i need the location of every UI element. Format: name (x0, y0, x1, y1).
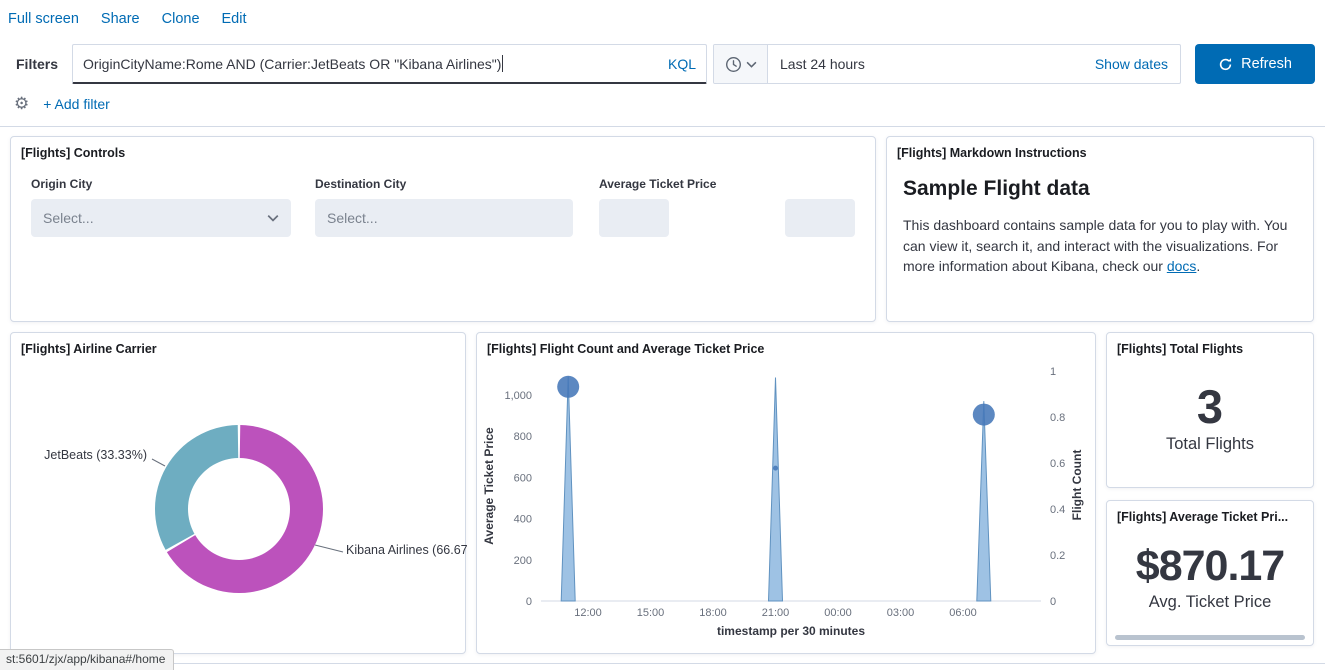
x-tick-label: 21:00 (762, 607, 790, 619)
viewport-bottom-edge (0, 663, 1325, 664)
kql-language-button[interactable]: KQL (656, 56, 696, 72)
destination-city-label: Destination City (315, 177, 573, 191)
query-bar: Filters OriginCityName:Rome AND (Carrier… (8, 44, 1315, 84)
y-right-tick-label: 0.6 (1050, 458, 1065, 470)
area-spike[interactable] (561, 377, 575, 602)
y-right-tick-label: 0.4 (1050, 504, 1065, 516)
y-left-tick-label: 600 (514, 472, 532, 484)
browser-status-url: st:5601/zjx/app/kibana#/home (0, 649, 174, 670)
x-tick-label: 06:00 (949, 607, 977, 619)
panel-title: [Flights] Average Ticket Pri... (1107, 501, 1313, 524)
y-left-tick-label: 1,000 (504, 390, 532, 402)
nav-edit[interactable]: Edit (222, 11, 247, 27)
pie-label-line (315, 545, 343, 552)
y-right-tick-label: 1 (1050, 366, 1056, 378)
panel-title: [Flights] Controls (11, 137, 875, 160)
origin-city-label: Origin City (31, 177, 291, 191)
pie-label-kibana-airlines: Kibana Airlines (66.67 (346, 543, 468, 557)
kibana-dashboard: Full screen Share Clone Edit Filters Ori… (0, 0, 1325, 672)
destination-city-control: Destination City Select... (315, 177, 573, 237)
text-cursor (502, 55, 503, 72)
nav-share[interactable]: Share (101, 11, 140, 27)
data-point-marker[interactable] (557, 376, 579, 398)
origin-city-select[interactable]: Select... (31, 199, 291, 237)
panel-total-flights: [Flights] Total Flights 3 Total Flights (1106, 332, 1314, 488)
markdown-text: This dashboard contains sample data for … (903, 217, 1287, 274)
panel-flights-controls: [Flights] Controls Origin City Select...… (10, 136, 876, 322)
docs-link[interactable]: docs (1167, 258, 1197, 274)
y-right-axis-title: Flight Count (1070, 450, 1084, 521)
markdown-text-end: . (1196, 258, 1200, 274)
total-flights-value: 3 (1197, 383, 1223, 430)
origin-city-placeholder: Select... (43, 210, 94, 226)
data-point-marker[interactable] (773, 466, 778, 471)
donut-chart (11, 333, 465, 653)
y-left-tick-label: 800 (514, 431, 532, 443)
area-spike[interactable] (977, 401, 991, 601)
nav-full-screen[interactable]: Full screen (8, 11, 79, 27)
time-picker-quick-menu-button[interactable] (714, 45, 768, 83)
area-spike[interactable] (769, 378, 783, 602)
show-dates-link[interactable]: Show dates (1095, 56, 1168, 72)
refresh-button[interactable]: Refresh (1195, 44, 1315, 84)
ticket-price-min-input[interactable] (599, 199, 669, 237)
data-point-marker[interactable] (973, 404, 995, 426)
metric-body: 3 Total Flights (1107, 359, 1313, 477)
x-tick-label: 18:00 (699, 607, 727, 619)
panel-markdown-instructions: [Flights] Markdown Instructions Sample F… (886, 136, 1314, 322)
pie-label-line (152, 459, 165, 466)
query-text: OriginCityName:Rome AND (Carrier:JetBeat… (83, 55, 503, 72)
x-tick-label: 15:00 (637, 607, 665, 619)
header-divider (0, 126, 1325, 127)
panel-avg-ticket-price: [Flights] Average Ticket Pri... $870.17 … (1106, 500, 1314, 646)
y-right-tick-label: 0.2 (1050, 550, 1065, 562)
y-right-tick-label: 0.8 (1050, 412, 1065, 424)
y-left-axis-title: Average Ticket Price (482, 427, 496, 545)
panel-title: [Flights] Total Flights (1107, 333, 1313, 356)
add-filter-link[interactable]: + Add filter (43, 96, 110, 112)
y-left-tick-label: 200 (514, 555, 532, 567)
filters-button[interactable]: Filters (8, 56, 72, 72)
refresh-button-label: Refresh (1241, 56, 1292, 72)
panel-flight-count-avg-price: [Flights] Flight Count and Average Ticke… (476, 332, 1096, 654)
pie-slice-jetbeats[interactable] (155, 425, 238, 550)
avg-ticket-price-control: Average Ticket Price (599, 177, 716, 237)
x-tick-label: 12:00 (574, 607, 602, 619)
filter-row: ⚙ + Add filter (14, 95, 110, 112)
total-flights-label: Total Flights (1166, 435, 1254, 454)
time-picker: Last 24 hours Show dates (713, 44, 1181, 84)
x-axis-title: timestamp per 30 minutes (717, 624, 865, 638)
markdown-body: This dashboard contains sample data for … (903, 215, 1301, 277)
chevron-down-icon (746, 61, 757, 68)
gear-icon[interactable]: ⚙ (14, 95, 29, 112)
horizontal-scrollbar[interactable] (1115, 635, 1305, 640)
panel-airline-carrier-pie: [Flights] Airline Carrier JetBeats (33.3… (10, 332, 466, 654)
query-input[interactable]: OriginCityName:Rome AND (Carrier:JetBeat… (72, 44, 707, 84)
y-right-tick-label: 0 (1050, 596, 1056, 608)
top-nav: Full screen Share Clone Edit (8, 11, 247, 27)
y-left-tick-label: 400 (514, 514, 532, 526)
clock-icon (725, 56, 742, 73)
metric-body: $870.17 Avg. Ticket Price (1107, 527, 1313, 629)
time-range-label[interactable]: Last 24 hours (780, 56, 865, 72)
origin-city-control: Origin City Select... (31, 177, 291, 237)
avg-ticket-price-value: $870.17 (1136, 545, 1284, 588)
ticket-price-max-input[interactable] (785, 199, 855, 237)
avg-ticket-price-label: Avg. Ticket Price (1149, 593, 1272, 612)
pie-label-jetbeats: JetBeats (33.33%) (29, 448, 147, 462)
markdown-heading: Sample Flight data (903, 177, 1090, 201)
nav-clone[interactable]: Clone (162, 11, 200, 27)
panel-title: [Flights] Markdown Instructions (887, 137, 1313, 160)
avg-ticket-price-label: Average Ticket Price (599, 177, 716, 191)
refresh-icon (1218, 57, 1233, 72)
chevron-down-icon (267, 214, 279, 222)
x-tick-label: 03:00 (887, 607, 915, 619)
destination-city-select[interactable]: Select... (315, 199, 573, 237)
destination-city-placeholder: Select... (327, 210, 378, 226)
x-tick-label: 00:00 (824, 607, 852, 619)
y-left-tick-label: 0 (526, 596, 532, 608)
area-chart: 12:00 15:00 18:00 21:00 00:00 03:00 06:00 1,000… (477, 333, 1095, 653)
